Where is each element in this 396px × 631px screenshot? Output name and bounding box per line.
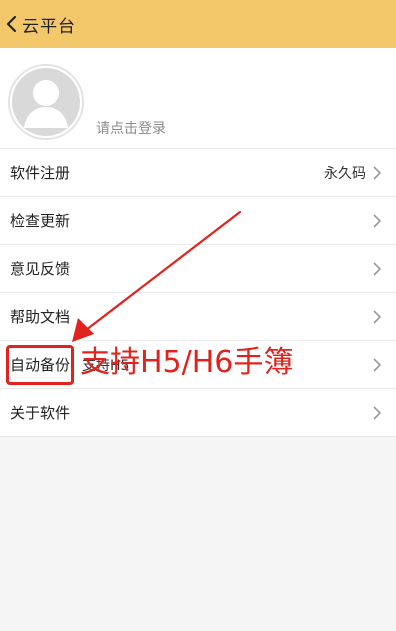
menu-item-label: 帮助文档 <box>10 308 71 326</box>
default-avatar-icon[interactable] <box>8 64 84 140</box>
menu-item-check-update[interactable]: 检查更新 <box>0 197 396 245</box>
page-title: 云平台 <box>22 16 76 37</box>
chevron-right-icon <box>372 357 382 373</box>
app-header: 云平台 <box>0 0 396 48</box>
menu-item-software-registration[interactable]: 软件注册 永久码 <box>0 149 396 197</box>
annotation-text: 支持H5/H6手簿 <box>80 345 294 380</box>
menu-item-label: 检查更新 <box>10 212 71 230</box>
login-prompt-link[interactable]: 请点击登录 <box>96 118 166 138</box>
menu-item-label: 意见反馈 <box>10 260 71 278</box>
back-button[interactable]: 云平台 <box>0 0 76 48</box>
menu-item-about[interactable]: 关于软件 <box>0 389 396 436</box>
menu-item-label: 软件注册 <box>10 164 71 182</box>
chevron-right-icon <box>372 261 382 277</box>
chevron-right-icon <box>372 309 382 325</box>
profile-section[interactable]: 请点击登录 <box>0 48 396 148</box>
menu-item-feedback[interactable]: 意见反馈 <box>0 245 396 293</box>
chevron-right-icon <box>372 213 382 229</box>
menu-item-help-docs[interactable]: 帮助文档 <box>0 293 396 341</box>
settings-menu: 软件注册 永久码 检查更新 意见反馈 帮助文档 自动备份 支持H5 关于软件 <box>0 148 396 437</box>
chevron-left-icon <box>4 13 20 35</box>
chevron-right-icon <box>372 165 382 181</box>
annotation-highlight-box <box>6 345 74 385</box>
chevron-right-icon <box>372 405 382 421</box>
registration-status-value: 永久码 <box>324 165 366 182</box>
menu-item-label: 关于软件 <box>10 404 71 422</box>
